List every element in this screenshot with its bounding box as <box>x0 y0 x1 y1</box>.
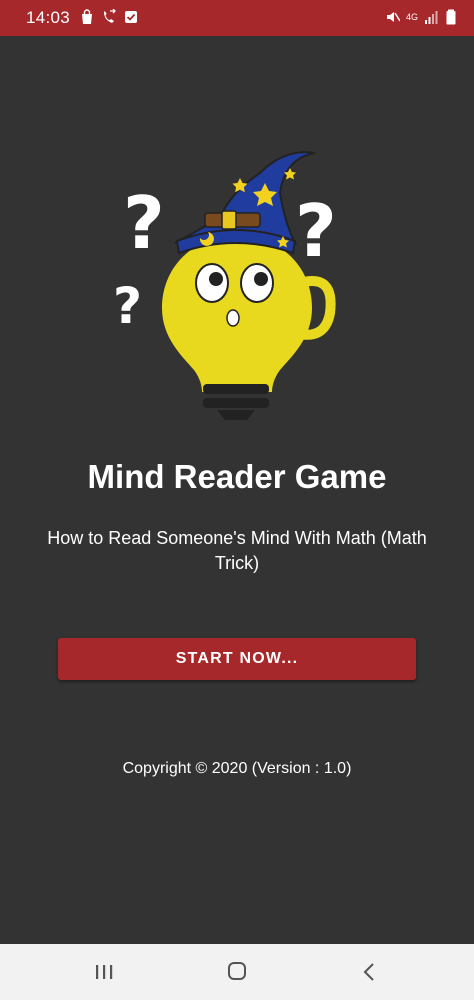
svg-text:?: ? <box>113 277 142 335</box>
back-icon <box>355 958 385 986</box>
navigation-bar <box>0 944 474 1000</box>
mute-icon <box>386 9 400 25</box>
copyright-text: Copyright © 2020 (Version : 1.0) <box>122 760 352 777</box>
subtitle: How to Read Someone's Mind With Math (Ma… <box>47 528 427 573</box>
back-button[interactable] <box>355 958 385 986</box>
network-type-label: 4G <box>405 11 418 22</box>
question-mark-icon: ? <box>113 277 142 335</box>
signal-icon <box>424 9 438 25</box>
checkbox-icon <box>124 9 138 25</box>
recent-apps-button[interactable] <box>89 958 119 986</box>
battery-icon <box>444 9 458 25</box>
start-now-button[interactable]: START NOW... <box>58 638 416 680</box>
home-button[interactable] <box>222 958 252 986</box>
question-mark-icon: ? <box>295 189 337 273</box>
call-forward-icon <box>102 9 116 25</box>
shopping-bag-icon <box>80 9 94 25</box>
home-icon <box>222 958 252 986</box>
status-bar: 14:03 4G <box>0 0 474 36</box>
app-title: Mind Reader Game <box>87 458 387 495</box>
recent-apps-icon <box>89 958 119 986</box>
wizard-lightbulb-illustration: ? ? ? <box>105 148 370 428</box>
svg-text:?: ? <box>123 181 165 265</box>
status-time: 14:03 <box>26 8 71 27</box>
svg-text:?: ? <box>295 189 337 273</box>
question-mark-icon: ? <box>123 181 165 265</box>
